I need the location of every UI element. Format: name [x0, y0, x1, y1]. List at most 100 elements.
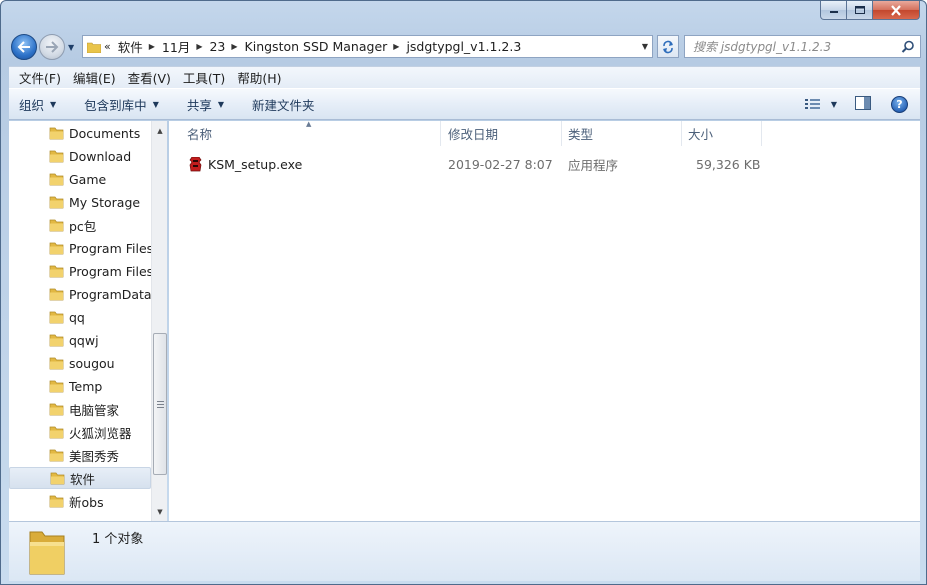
sidebar-item[interactable]: 软件: [9, 467, 151, 489]
sidebar-item-label: Temp: [69, 378, 103, 394]
file-name-cell: KSM_setup.exe: [189, 153, 302, 175]
search-icon[interactable]: [901, 40, 915, 54]
folder-icon: [49, 196, 64, 209]
back-arrow-icon: [17, 41, 30, 53]
sidebar-item[interactable]: qq: [9, 306, 151, 328]
sidebar-item[interactable]: sougou: [9, 352, 151, 374]
sidebar-item[interactable]: 新obs: [9, 490, 151, 512]
breadcrumb-overflow[interactable]: «: [104, 40, 111, 53]
navigation-bar: ▼ « 软件 ▶ 11月 ▶ 23 ▶ Kingston SSD Manager…: [10, 31, 921, 61]
breadcrumb-item[interactable]: Kingston SSD Manager: [245, 39, 388, 54]
folder-icon: [49, 150, 64, 163]
chevron-right-icon[interactable]: ▶: [149, 42, 155, 51]
address-bar[interactable]: « 软件 ▶ 11月 ▶ 23 ▶ Kingston SSD Manager ▶…: [82, 35, 653, 58]
new-folder-label: 新建文件夹: [252, 97, 315, 113]
close-icon: [891, 4, 901, 16]
column-header-modified[interactable]: 修改日期: [442, 121, 562, 146]
scrollbar-thumb[interactable]: [153, 333, 167, 475]
chevron-right-icon[interactable]: ▶: [393, 42, 399, 51]
menu-edit[interactable]: 编辑(E): [67, 68, 122, 87]
sidebar-item-label: Game: [69, 171, 107, 187]
recent-pages-dropdown[interactable]: ▼: [68, 43, 74, 52]
menu-file[interactable]: 文件(F): [13, 68, 67, 87]
chevron-down-icon: ▼: [50, 99, 57, 109]
include-in-library-button[interactable]: 包含到库中 ▼: [66, 89, 169, 119]
back-button[interactable]: [11, 34, 37, 60]
sidebar-scrollbar[interactable]: ▲ ▼: [151, 121, 167, 521]
sidebar-item[interactable]: pc包: [9, 214, 151, 236]
column-header-size[interactable]: 大小: [682, 121, 762, 146]
breadcrumb-item[interactable]: 23: [209, 39, 225, 54]
caption-buttons: [820, 1, 920, 20]
sidebar-item[interactable]: qqwj: [9, 329, 151, 351]
scroll-down-arrow-icon[interactable]: ▼: [152, 503, 167, 520]
command-bar: 组织 ▼ 包含到库中 ▼ 共享 ▼ 新建文件夹 ▼ ?: [9, 88, 920, 120]
chevron-right-icon[interactable]: ▶: [196, 42, 202, 51]
menu-help[interactable]: 帮助(H): [231, 68, 287, 87]
column-headers: ▲ 名称 修改日期 类型 大小: [169, 120, 920, 146]
breadcrumb-item[interactable]: 软件: [118, 37, 143, 56]
sidebar-item[interactable]: ProgramData: [9, 283, 151, 305]
chevron-down-icon: ▼: [152, 99, 159, 109]
sidebar-item[interactable]: 火狐浏览器: [9, 421, 151, 443]
sidebar-item-label: 电脑管家: [69, 402, 120, 418]
folder-icon: [50, 472, 65, 485]
column-header-label: 名称: [187, 127, 213, 142]
preview-pane-button[interactable]: [855, 95, 871, 113]
maximize-icon: [854, 6, 865, 14]
organize-button[interactable]: 组织 ▼: [9, 89, 66, 119]
folder-icon: [49, 242, 64, 255]
minimize-button[interactable]: [820, 1, 847, 20]
sidebar-item-label: qq: [69, 309, 85, 325]
details-pane: 1 个对象: [9, 521, 920, 581]
column-header-name[interactable]: 名称: [181, 121, 441, 146]
sidebar-item[interactable]: Download: [9, 145, 151, 167]
help-icon: ?: [896, 97, 903, 111]
breadcrumb-item[interactable]: jsdgtypgl_v1.1.2.3: [406, 39, 521, 54]
refresh-button[interactable]: [657, 35, 679, 58]
sidebar-item-label: Program Files: [69, 263, 151, 279]
menu-view[interactable]: 查看(V): [122, 68, 177, 87]
breadcrumb-item[interactable]: 11月: [162, 37, 190, 56]
change-view-button[interactable]: ▼: [804, 98, 837, 110]
maximize-button[interactable]: [847, 1, 873, 20]
sidebar-item-label: 软件: [70, 471, 96, 487]
file-list-pane: ▲ 名称 修改日期 类型 大小 KSM_setup.exe 2019-02-27…: [169, 120, 920, 521]
breadcrumb: 软件 ▶ 11月 ▶ 23 ▶ Kingston SSD Manager ▶ j…: [118, 37, 522, 56]
folder-icon: [29, 531, 65, 575]
sidebar-item[interactable]: 美图秀秀: [9, 444, 151, 466]
sidebar-item-label: Program Files: [69, 240, 151, 256]
sidebar-item-label: ProgramData: [69, 286, 151, 302]
sidebar-item[interactable]: My Storage: [9, 191, 151, 213]
folder-icon: [49, 288, 64, 301]
new-folder-button[interactable]: 新建文件夹: [234, 89, 325, 119]
column-header-label: 修改日期: [448, 127, 499, 142]
folder-icon: [49, 357, 64, 370]
minimize-icon: [829, 11, 838, 13]
chevron-right-icon[interactable]: ▶: [231, 42, 237, 51]
sidebar-item-label: Documents: [69, 125, 141, 141]
folder-icon: [49, 219, 64, 232]
search-input[interactable]: 搜索 jsdgtypgl_v1.1.2.3: [684, 35, 921, 58]
sidebar-item[interactable]: Program Files: [9, 260, 151, 282]
sidebar-item[interactable]: 电脑管家: [9, 398, 151, 420]
column-header-type[interactable]: 类型: [562, 121, 682, 146]
address-dropdown-icon[interactable]: ▼: [642, 42, 648, 51]
sidebar-item[interactable]: Temp: [9, 375, 151, 397]
share-button[interactable]: 共享 ▼: [169, 89, 234, 119]
file-name: KSM_setup.exe: [208, 156, 303, 172]
preview-pane-icon: [855, 95, 871, 110]
help-button[interactable]: ?: [891, 95, 908, 113]
sidebar-item[interactable]: Program Files: [9, 237, 151, 259]
forward-button[interactable]: [39, 34, 65, 60]
chevron-down-icon[interactable]: ▼: [831, 100, 837, 109]
sidebar-item[interactable]: Documents: [9, 122, 151, 144]
search-placeholder: 搜索 jsdgtypgl_v1.1.2.3: [693, 40, 832, 54]
sidebar-item[interactable]: Game: [9, 168, 151, 190]
scroll-up-arrow-icon[interactable]: ▲: [152, 122, 167, 139]
menu-tools[interactable]: 工具(T): [177, 68, 231, 87]
table-row[interactable]: KSM_setup.exe 2019-02-27 8:07 应用程序 59,32…: [169, 153, 769, 175]
folder-icon: [49, 311, 64, 324]
folder-icon: [49, 449, 64, 462]
close-button[interactable]: [873, 1, 920, 20]
